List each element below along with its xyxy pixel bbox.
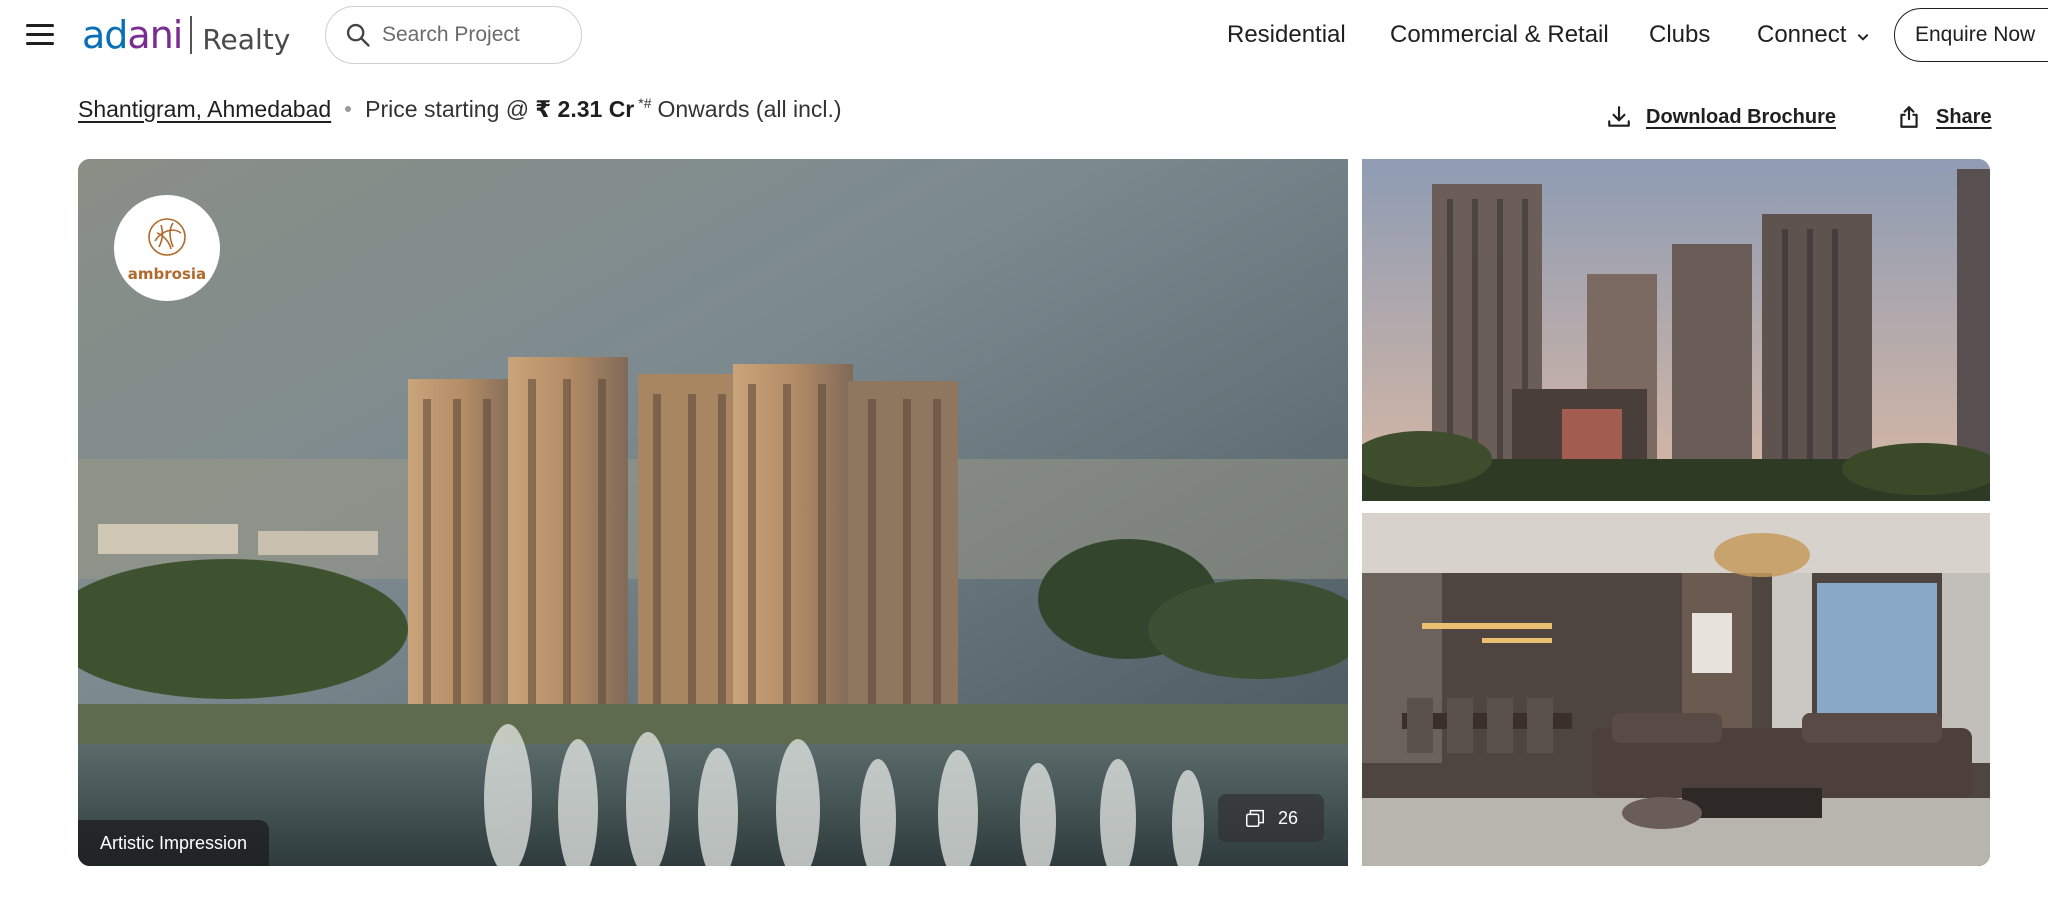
project-location-link[interactable]: Shantigram, Ahmedabad (78, 96, 331, 123)
project-info-bar: Shantigram, Ahmedabad Price starting @ ₹… (78, 92, 842, 126)
download-icon (1608, 106, 1630, 127)
hero-image[interactable]: ambrosia Artistic Impression 26 (78, 159, 1348, 866)
gallery-thumbnail-interior[interactable] (1362, 513, 1990, 866)
nav-residential[interactable]: Residential (1227, 21, 1346, 49)
chevron-down-icon (1858, 34, 1869, 41)
search-box[interactable] (325, 6, 582, 64)
brand-badge-text: ambrosia (127, 265, 207, 283)
search-input[interactable] (382, 23, 572, 47)
logo-divider (190, 16, 193, 54)
separator-dot (345, 106, 352, 112)
photo-count: 26 (1277, 807, 1299, 828)
project-brand-badge: ambrosia (114, 195, 220, 301)
nav-clubs[interactable]: Clubs (1649, 21, 1710, 49)
nav-commercial-retail[interactable]: Commercial & Retail (1390, 21, 1609, 49)
price-prefix: Price starting @ (365, 95, 530, 122)
living-room-render (1362, 513, 1990, 866)
price-footnote-marker: *# (638, 95, 652, 111)
share-label: Share (1936, 105, 1992, 128)
share-button[interactable]: Share (1896, 104, 1992, 130)
price-value: ₹ 2.31 Cr (535, 95, 635, 122)
exterior-towers-render (1362, 159, 1990, 501)
search-icon (346, 23, 370, 47)
download-brochure-button[interactable]: Download Brochure (1606, 104, 1836, 130)
enquire-now-button[interactable]: Enquire Now (1894, 8, 2048, 62)
download-brochure-label: Download Brochure (1646, 105, 1837, 128)
adani-realty-logo[interactable]: adani Realty (82, 12, 290, 58)
ambrosia-emblem-icon (148, 218, 186, 256)
logo-realty-text: Realty (202, 22, 291, 56)
nav-connect-label: Connect (1757, 21, 1847, 48)
hero-building-render (78, 159, 1348, 866)
nav-connect[interactable]: Connect (1757, 21, 1870, 49)
hamburger-menu-icon[interactable] (26, 24, 54, 46)
artistic-impression-tag: Artistic Impression (78, 820, 270, 866)
gallery-thumbnail-exterior[interactable] (1362, 159, 1990, 501)
share-icon (1900, 106, 1918, 128)
gallery-stack-icon (1246, 809, 1264, 827)
price-suffix: Onwards (all incl.) (657, 95, 842, 122)
site-header: adani Realty Residential Commercial & Re… (0, 0, 2048, 70)
logo-adani-text: adani (82, 13, 183, 57)
view-all-photos-button[interactable]: 26 (1218, 794, 1324, 842)
